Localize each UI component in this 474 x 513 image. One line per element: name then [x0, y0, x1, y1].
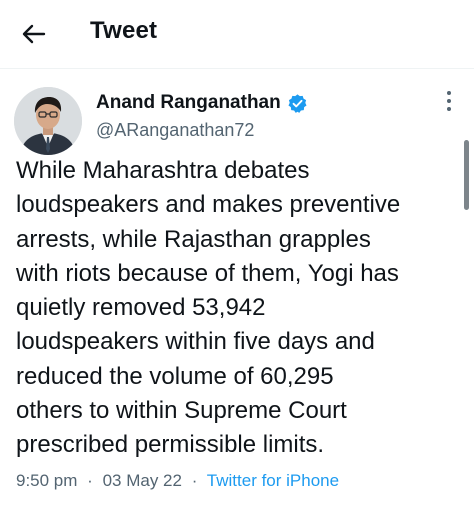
back-button[interactable] — [16, 18, 52, 50]
tweet-date[interactable]: 03 May 22 — [103, 471, 182, 490]
tweet-text: While Maharashtra debates loudspeakers a… — [16, 157, 401, 459]
author-handle[interactable]: @ARanganathan72 — [96, 120, 254, 141]
meta-separator: · — [191, 471, 198, 490]
top-bar: Tweet — [0, 0, 474, 69]
more-options-button[interactable] — [436, 88, 462, 114]
more-vertical-icon — [447, 91, 451, 111]
author-name-text: Anand Ranganathan — [96, 92, 281, 113]
tweet-source-link[interactable]: Twitter for iPhone — [207, 471, 339, 490]
author-name[interactable]: Anand Ranganathan — [96, 92, 308, 114]
tweet-meta: 9:50 pm · 03 May 22 · Twitter for iPhone — [16, 471, 339, 491]
arrow-left-icon — [22, 24, 46, 44]
tweet-page: Tweet Anand Ranganathan @ARanganathan72 … — [0, 0, 474, 513]
scrollbar[interactable] — [464, 140, 469, 210]
tweet-time[interactable]: 9:50 pm — [16, 471, 77, 490]
verified-badge-icon — [288, 93, 307, 113]
avatar-image — [14, 87, 82, 155]
avatar[interactable] — [14, 87, 82, 155]
meta-separator: · — [87, 471, 93, 490]
page-title: Tweet — [90, 17, 158, 44]
